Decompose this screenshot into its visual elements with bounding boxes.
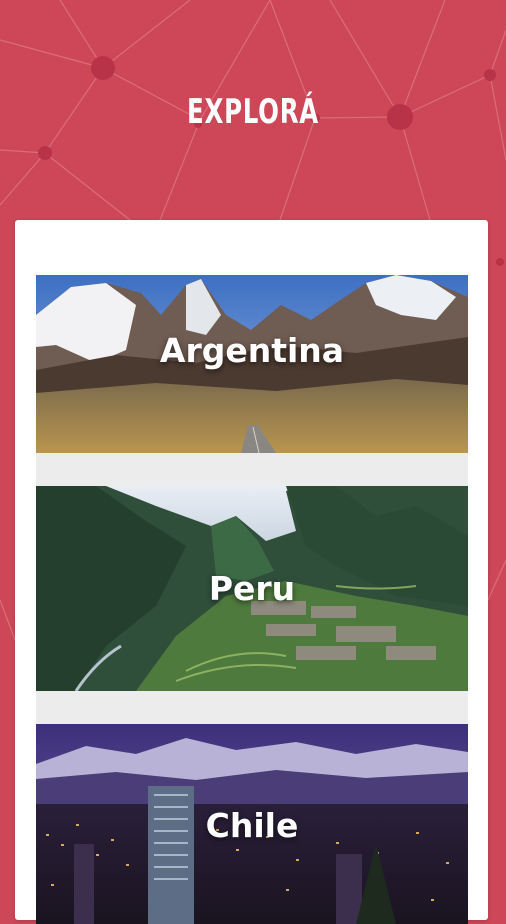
destination-item-chile[interactable]: Chile — [36, 724, 468, 924]
destinations-card: Argentina Peru Chile — [15, 220, 488, 924]
destinations-list: Argentina Peru Chile — [36, 275, 468, 924]
destination-label: Peru — [208, 569, 296, 608]
destination-item-peru[interactable]: Peru — [36, 486, 468, 691]
destination-item-argentina[interactable]: Argentina — [36, 275, 468, 453]
page-title: EXPLORÁ — [187, 92, 319, 132]
destination-label: Argentina — [159, 331, 345, 370]
destination-label: Chile — [205, 806, 299, 845]
